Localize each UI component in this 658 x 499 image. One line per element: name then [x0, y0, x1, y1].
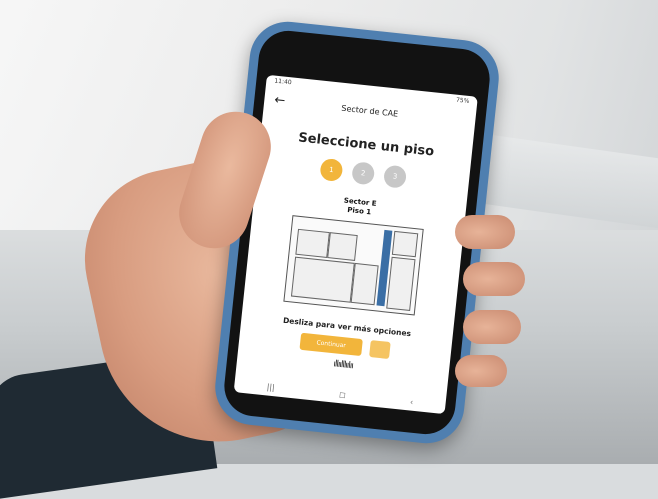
finger: [455, 215, 515, 249]
sector-label: Sector E Piso 1: [253, 187, 466, 227]
phone-bezel: 11:40 75% ← Sector de CAE Seleccione un …: [221, 27, 493, 438]
finger: [463, 262, 525, 296]
nav-home-icon[interactable]: ◻: [339, 390, 347, 400]
nav-back-icon[interactable]: ‹: [410, 397, 414, 406]
app-title: Sector de CAE: [341, 103, 399, 119]
plan-room: [391, 230, 419, 258]
phone-screen: 11:40 75% ← Sector de CAE Seleccione un …: [233, 74, 478, 415]
floor-step-3[interactable]: 3: [382, 164, 408, 189]
floor-step-2[interactable]: 2: [351, 161, 376, 186]
nav-recent-icon[interactable]: |||: [266, 382, 275, 392]
plan-room: [327, 232, 358, 261]
background-scene: 11:40 75% ← Sector de CAE Seleccione un …: [0, 0, 658, 499]
floor-plan[interactable]: [283, 215, 424, 316]
second-button[interactable]: [368, 340, 391, 360]
system-nav-bar: ||| ◻ ‹: [234, 379, 446, 410]
continue-button[interactable]: Continuar: [299, 332, 363, 357]
floor-step-1[interactable]: 1: [319, 157, 344, 183]
plan-room: [295, 228, 330, 259]
plan-room: [350, 262, 379, 306]
plan-room: [386, 256, 416, 311]
finger: [463, 310, 521, 344]
finger: [455, 355, 507, 387]
back-arrow-icon[interactable]: ←: [274, 93, 286, 109]
plan-room: [290, 256, 355, 303]
